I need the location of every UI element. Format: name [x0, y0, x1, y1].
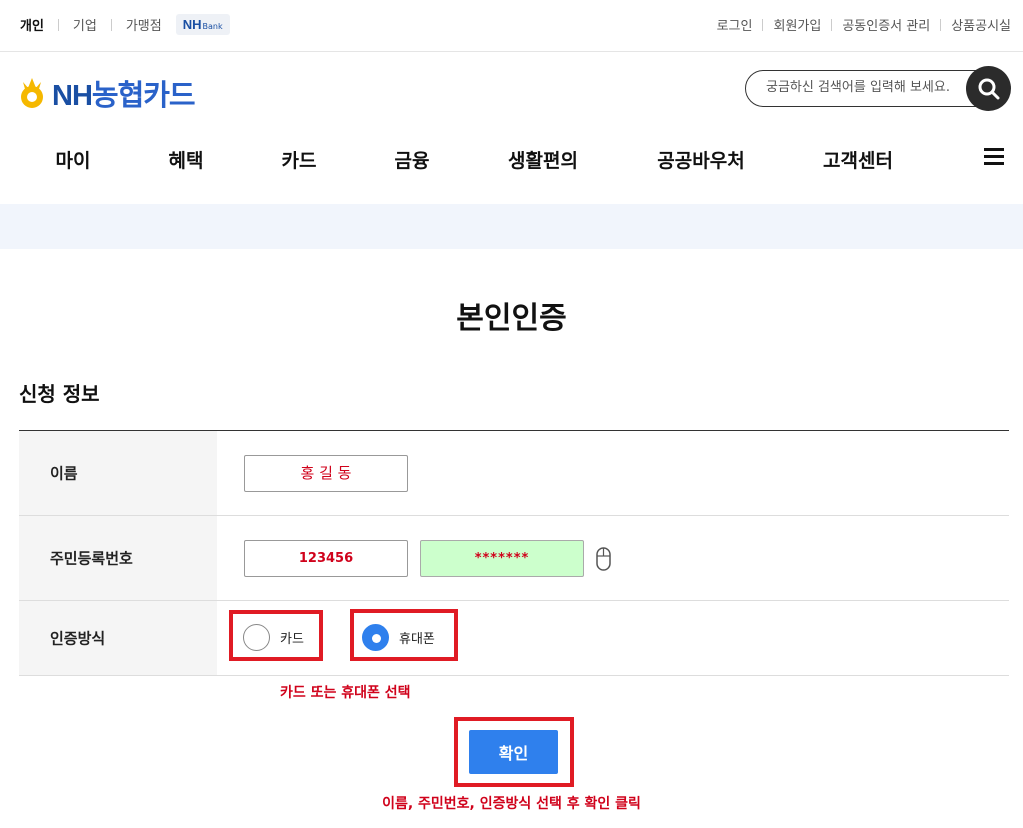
search-button[interactable] [966, 66, 1011, 111]
hamburger-menu-icon[interactable] [984, 148, 1004, 166]
page-title: 본인인증 [456, 301, 567, 336]
section-title: 신청 정보 [19, 382, 100, 406]
row-header: 이름 [19, 431, 217, 515]
form-row-auth: 인증방식 [19, 601, 1009, 676]
nh-card-logo[interactable]: NH농협카드 [18, 72, 196, 114]
tab-business[interactable]: 기업 [73, 15, 97, 34]
name-label: 이름 [50, 464, 78, 483]
mouse-keypad-icon[interactable] [596, 547, 611, 571]
applicant-info-form: 이름 주민등록번호 인증방식 홍 길 동 123456 ******* 카드 휴… [19, 430, 1009, 676]
logo-text-card: 농협카드 [91, 80, 196, 112]
nav-finance[interactable]: 금융 [395, 146, 430, 173]
jumin-back-field[interactable]: ******* [420, 540, 584, 577]
login-link[interactable]: 로그인 [717, 15, 753, 34]
nav-voucher[interactable]: 공공바우처 [657, 146, 744, 173]
utility-links: 로그인 회원가입 공동인증서 관리 상품공시실 [717, 15, 1011, 34]
highlight-box-card [229, 610, 323, 661]
search-icon [978, 78, 999, 99]
divider [940, 18, 942, 31]
nh-bank-link[interactable]: NH Bank [175, 14, 230, 35]
click-instruction-note: 이름, 주민번호, 인증방식 선택 후 확인 클릭 [382, 796, 641, 812]
customer-type-tabs: 개인 기업 가맹점 NH Bank [20, 14, 230, 35]
nav-card[interactable]: 카드 [282, 146, 317, 173]
logo-text-nh: NH [52, 80, 93, 112]
row-header: 주민등록번호 [19, 516, 217, 600]
tab-merchant[interactable]: 가맹점 [126, 15, 162, 34]
logo-text: NH농협카드 [52, 72, 196, 114]
divider [831, 18, 833, 31]
sub-nav-band [0, 204, 1023, 249]
divider [762, 18, 764, 31]
nh-logo-icon [21, 78, 43, 108]
row-header: 인증방식 [19, 601, 217, 675]
nh-bank-logo-nh: NH [182, 17, 202, 32]
jumin-label: 주민등록번호 [50, 549, 133, 568]
divider [57, 18, 59, 31]
tab-personal[interactable]: 개인 [20, 15, 44, 34]
auth-method-label: 인증방식 [50, 629, 106, 648]
nav-life[interactable]: 생활편의 [508, 146, 578, 173]
name-field[interactable]: 홍 길 동 [244, 455, 408, 492]
utility-bar: 개인 기업 가맹점 NH Bank 로그인 회원가입 공동인증서 관리 상품공시… [0, 0, 1023, 52]
signup-link[interactable]: 회원가입 [773, 15, 821, 34]
select-instruction-note: 카드 또는 휴대폰 선택 [280, 685, 411, 701]
nh-bank-logo-bank: Bank [202, 22, 223, 31]
nav-my[interactable]: 마이 [56, 146, 91, 173]
search-box [745, 70, 995, 107]
product-disclosure-link[interactable]: 상품공시실 [951, 15, 1011, 34]
form-row-name: 이름 [19, 431, 1009, 516]
certificate-link[interactable]: 공동인증서 관리 [842, 15, 930, 34]
divider [110, 18, 112, 31]
nav-benefits[interactable]: 혜택 [169, 146, 204, 173]
jumin-front-field[interactable]: 123456 [244, 540, 408, 577]
nav-customer-center[interactable]: 고객센터 [823, 146, 893, 173]
search-input[interactable] [766, 80, 966, 95]
main-nav: 마이 혜택 카드 금융 생활편의 공공바우처 고객센터 [0, 140, 1023, 180]
confirm-button[interactable]: 확인 [469, 730, 558, 774]
highlight-box-phone [350, 609, 458, 661]
